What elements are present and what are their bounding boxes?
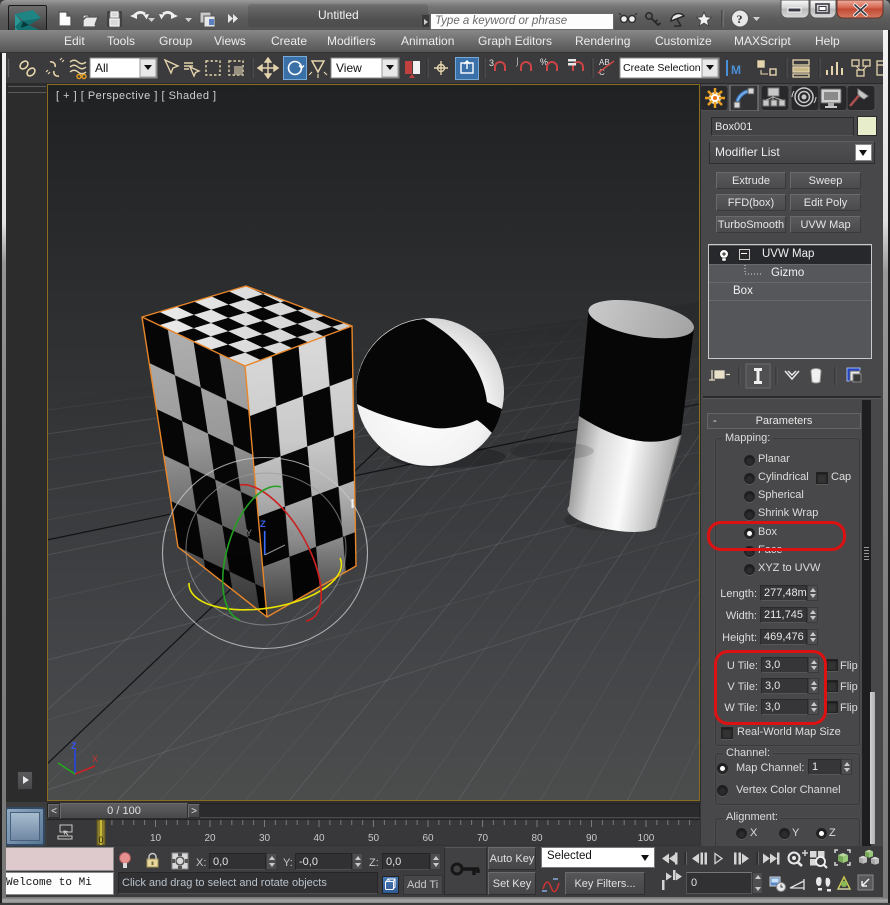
svg-text:100: 100 bbox=[638, 833, 655, 844]
svg-text:X: X bbox=[288, 529, 294, 539]
svg-text:All: All bbox=[95, 61, 108, 75]
svg-text:X: X bbox=[92, 754, 98, 764]
svg-text:?: ? bbox=[737, 12, 743, 26]
svg-text:50: 50 bbox=[368, 833, 380, 844]
svg-text:20: 20 bbox=[204, 833, 216, 844]
svg-text:80: 80 bbox=[531, 833, 543, 844]
svg-text:⌡: ⌡ bbox=[515, 57, 520, 67]
svg-text:View: View bbox=[336, 61, 362, 75]
svg-text:3: 3 bbox=[489, 58, 494, 68]
svg-text:Z: Z bbox=[71, 741, 77, 751]
svg-text:70: 70 bbox=[477, 833, 489, 844]
svg-text:10: 10 bbox=[150, 833, 162, 844]
svg-text:Z: Z bbox=[260, 519, 266, 530]
svg-text:0: 0 bbox=[98, 835, 103, 845]
svg-text:M: M bbox=[731, 63, 741, 77]
svg-text:Y: Y bbox=[246, 528, 252, 538]
svg-text:90: 90 bbox=[586, 833, 598, 844]
svg-text:40: 40 bbox=[313, 833, 325, 844]
svg-text:60: 60 bbox=[422, 833, 434, 844]
svg-text:30: 30 bbox=[259, 833, 271, 844]
